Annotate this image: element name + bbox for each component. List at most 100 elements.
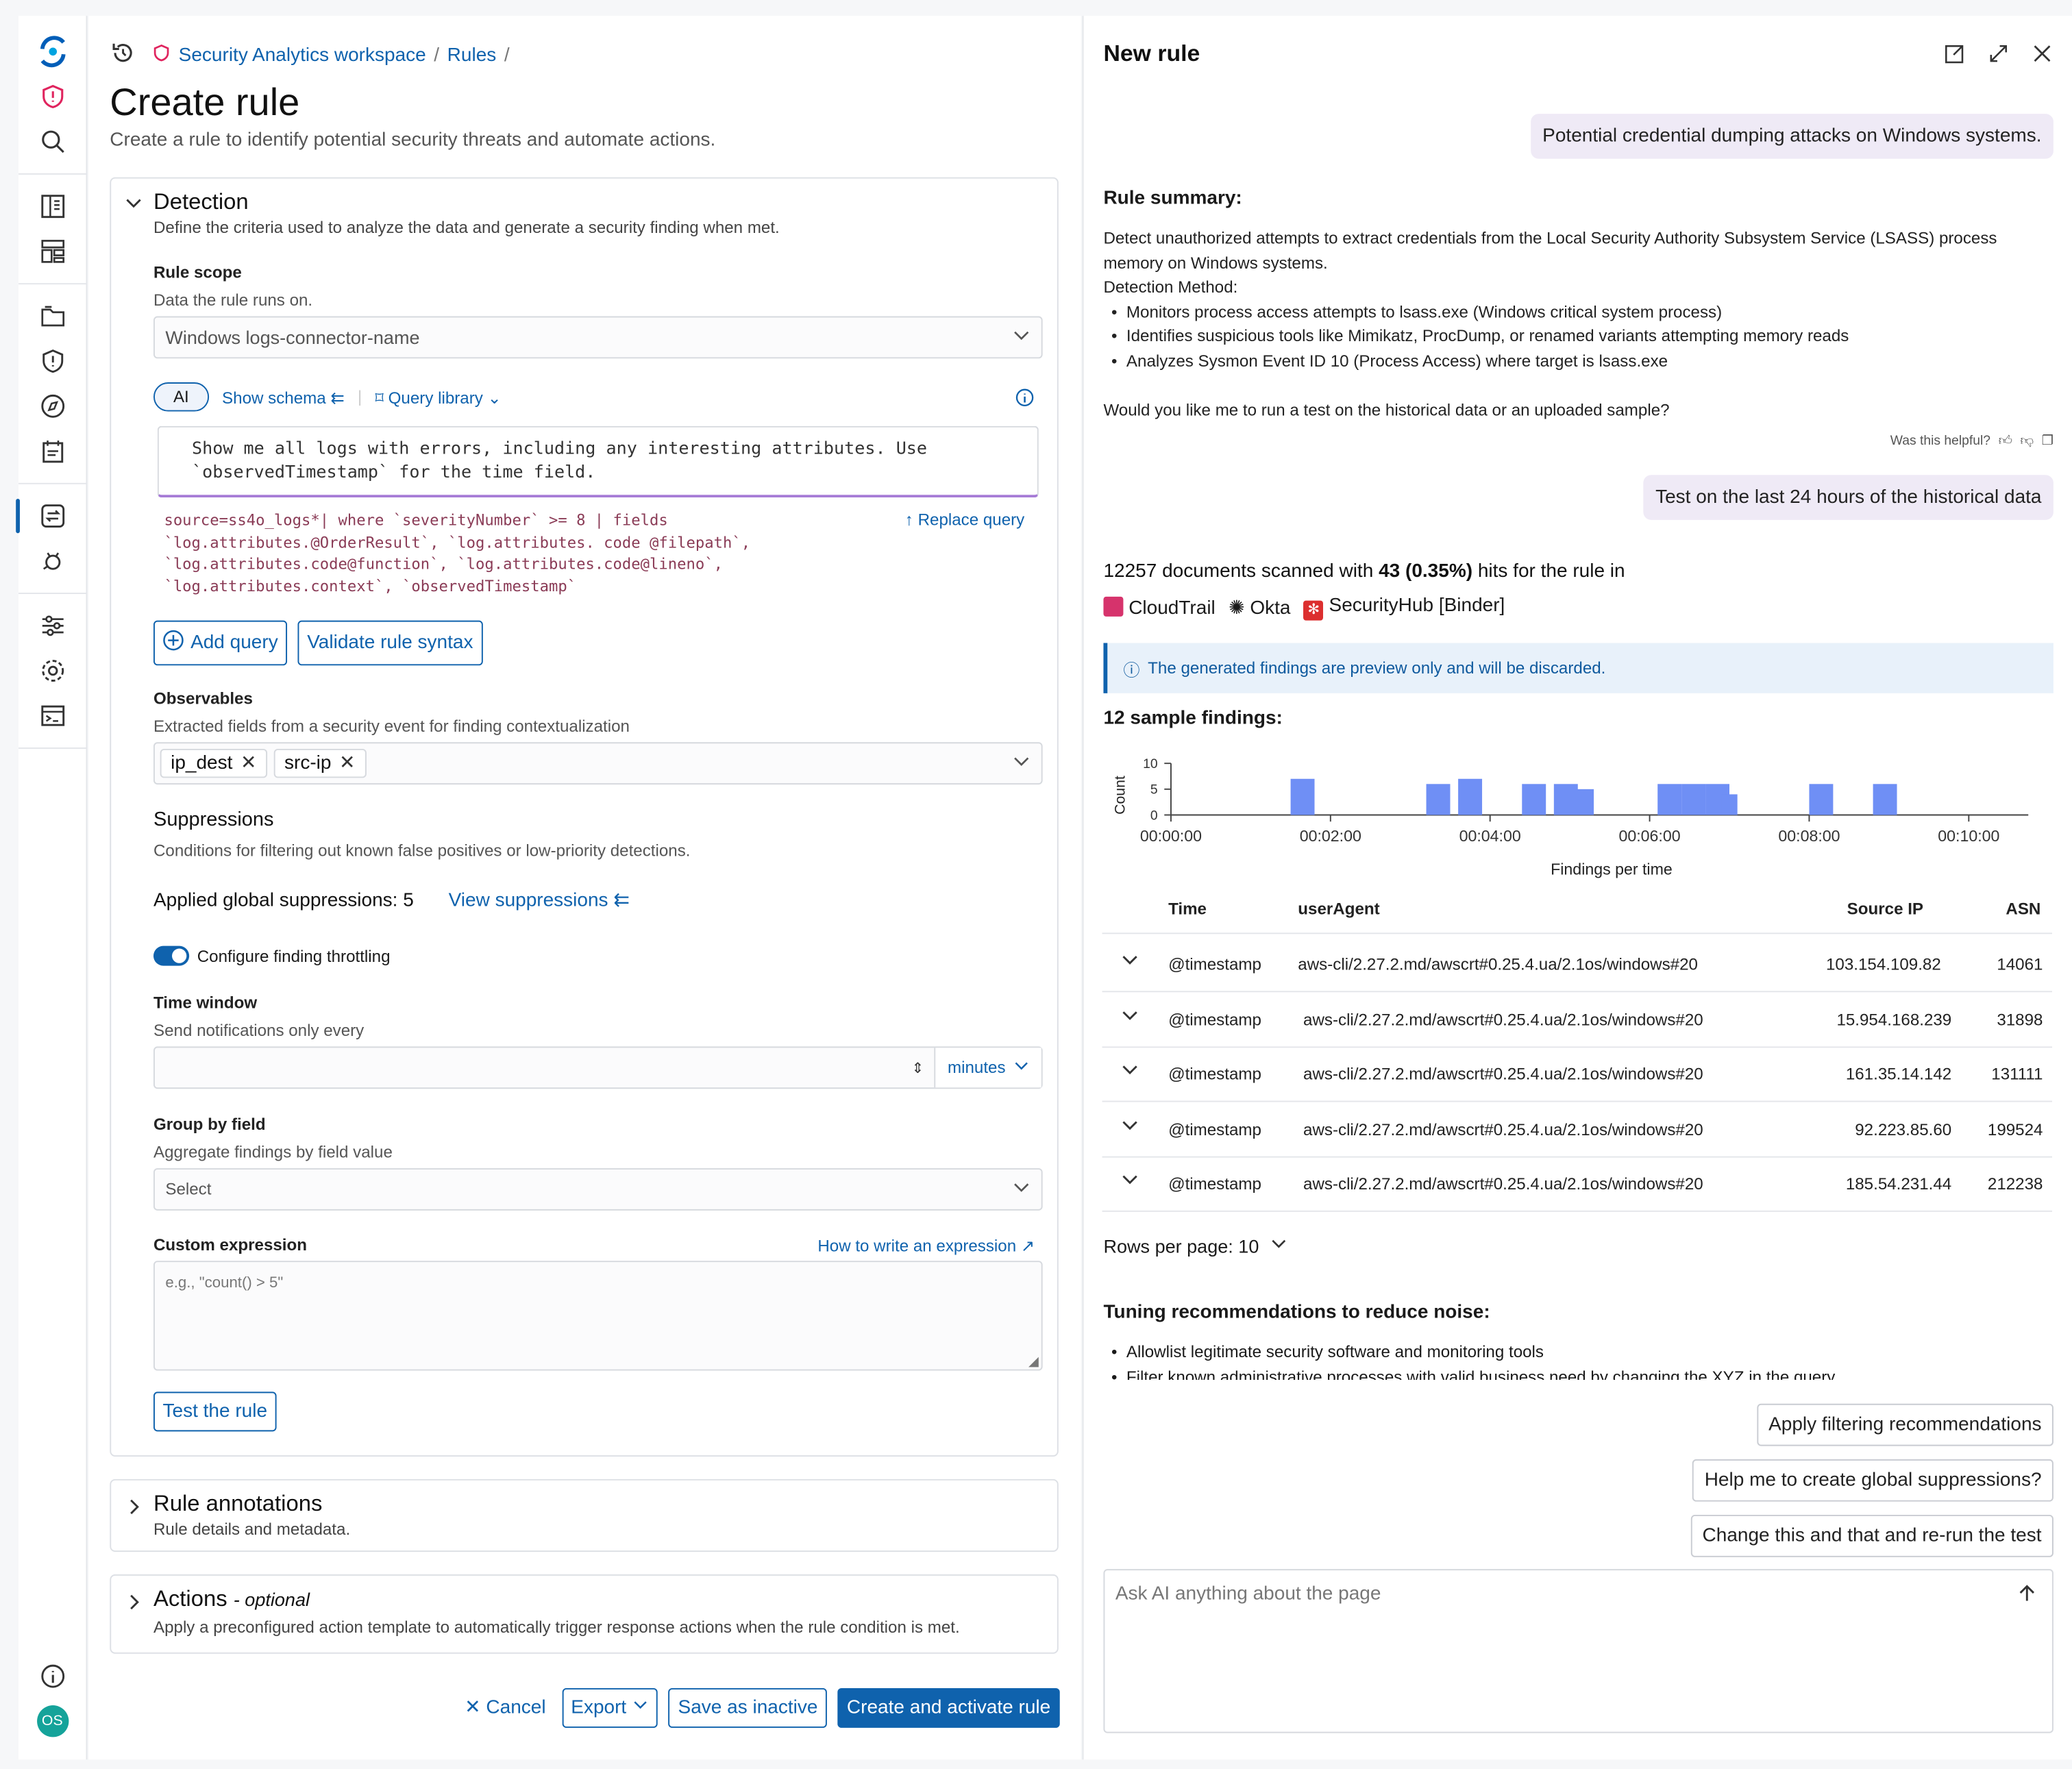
col-source-ip[interactable]: Source IP [1847, 900, 1923, 918]
alert-shield-icon[interactable] [32, 341, 72, 381]
cancel-button[interactable]: ✕ Cancel [459, 1690, 551, 1727]
col-asn[interactable]: ASN [2006, 900, 2040, 918]
rule-annotations-card[interactable]: Rule annotations Rule details and metada… [110, 1479, 1059, 1552]
folder-icon[interactable] [32, 297, 72, 336]
observable-pill[interactable]: ip_dest ✕ [160, 748, 267, 778]
observables-combobox[interactable]: ip_dest ✕ src-ip ✕ [153, 742, 1043, 785]
test-rule-button[interactable]: Test the rule [153, 1391, 277, 1432]
sliders-icon[interactable] [32, 606, 72, 645]
add-query-button[interactable]: Add query [153, 620, 288, 666]
prompt-line: `observedTimestamp` for the time field. [191, 462, 596, 483]
chevron-down-icon[interactable] [125, 195, 143, 220]
suggestion-apply-filtering-button[interactable]: Apply filtering recommendations [1756, 1403, 2054, 1446]
chevron-down-icon[interactable] [1121, 1061, 1139, 1084]
edit-icon[interactable] [1944, 42, 1966, 71]
view-suppressions-link[interactable]: View suppressions ⇇ [449, 891, 630, 912]
query-line: `log.attributes.context`, `observedTimes… [164, 576, 577, 595]
x-tick-label: 00:06:00 [1619, 827, 1681, 845]
col-useragent[interactable]: userAgent [1298, 900, 1379, 918]
close-icon[interactable]: ✕ [241, 753, 256, 774]
breadcrumb: Security Analytics workspace / Rules / [110, 40, 510, 71]
chevron-down-icon [1012, 326, 1031, 349]
save-inactive-button[interactable]: Save as inactive [669, 1687, 827, 1728]
cell-source-ip: 92.223.85.60 [1855, 1119, 1952, 1139]
avatar[interactable]: OS [32, 1701, 72, 1741]
console-icon[interactable] [32, 696, 72, 736]
show-schema-link[interactable]: Show schema ⇇ [222, 387, 345, 407]
search-icon[interactable] [32, 122, 72, 162]
validate-rule-syntax-button[interactable]: Validate rule syntax [297, 620, 483, 666]
close-icon[interactable]: ✕ [339, 753, 355, 774]
security-shield-icon[interactable] [32, 77, 72, 116]
stepper-icon[interactable]: ⇕ [901, 1059, 935, 1076]
ai-tab[interactable]: AI [153, 382, 209, 412]
rows-per-page[interactable]: Rows per page: 10 [1103, 1236, 1287, 1257]
chevron-down-icon[interactable] [1121, 1116, 1139, 1139]
expand-icon[interactable] [1987, 42, 2010, 71]
gear-icon[interactable] [32, 651, 72, 691]
cell-source-ip: 103.154.109.82 [1825, 955, 1941, 974]
time-unit-select[interactable]: minutes [934, 1048, 1041, 1088]
chart-bar [1721, 794, 1738, 815]
breadcrumb-rules[interactable]: Rules [447, 45, 497, 66]
query-library-link[interactable]: ⌑ Query library ⌄ [375, 387, 502, 407]
ask-ai-input[interactable]: Ask AI anything about the page [1103, 1569, 2054, 1733]
query-library-label: Query library [388, 388, 483, 407]
table-row[interactable]: @timestamp aws-cli/2.27.2.md/awscrt#0.25.… [1102, 1102, 2052, 1157]
group-by-select[interactable]: Select [153, 1168, 1043, 1211]
rule-scope-label: Rule scope [153, 263, 242, 282]
expression-help-link[interactable]: How to write an expression ↗ [817, 1236, 1035, 1255]
throttling-toggle[interactable] [153, 945, 190, 966]
observable-pill[interactable]: src-ip ✕ [273, 748, 366, 778]
copy-icon[interactable]: ❐ [2042, 433, 2054, 447]
table-row[interactable]: @timestamp aws-cli/2.27.2.md/awscrt#0.25.… [1102, 991, 2052, 1048]
generated-query[interactable]: source=ss4o_logs*| where `severityNumber… [164, 509, 750, 596]
ai-prompt-input[interactable]: Show me all logs with errors, including … [157, 425, 1039, 498]
chevron-down-icon[interactable] [1121, 951, 1139, 974]
bullet-item: • Identifies suspicious tools like Mimik… [1111, 327, 1849, 346]
thumbs-down-icon[interactable]: 👎︎ [2020, 432, 2034, 448]
close-icon[interactable] [2031, 42, 2054, 71]
cell-source-ip: 161.35.14.142 [1845, 1065, 1952, 1084]
export-button[interactable]: Export [561, 1687, 658, 1728]
rules-exchange-icon[interactable] [15, 496, 72, 536]
compass-icon[interactable] [32, 386, 72, 426]
bug-icon[interactable] [32, 541, 72, 581]
info-icon[interactable] [1015, 388, 1035, 415]
actions-card[interactable]: Actions - optional Apply a preconfigured… [110, 1574, 1059, 1654]
send-arrow-icon[interactable] [2018, 1583, 2036, 1607]
rule-scope-select[interactable]: Windows logs-connector-name [153, 316, 1043, 359]
time-window-input[interactable] [155, 1048, 901, 1087]
calendar-icon[interactable] [32, 432, 72, 471]
chevron-right-icon[interactable] [125, 1593, 143, 1618]
chevron-down-icon[interactable] [1121, 1171, 1139, 1193]
suggestion-rerun-test-button[interactable]: Change this and that and re-run the test [1690, 1514, 2054, 1557]
chevron-down-icon: ⌄ [487, 388, 502, 407]
table-row[interactable]: @timestamp aws-cli/2.27.2.md/awscrt#0.25.… [1102, 937, 2052, 993]
prompt-line: Show me all logs with errors, including … [191, 439, 928, 460]
query-line: source=ss4o_logs*| where `severityNumber… [164, 510, 668, 530]
chevron-down-icon[interactable] [1121, 1006, 1139, 1029]
table-row[interactable]: @timestamp aws-cli/2.27.2.md/awscrt#0.25.… [1102, 1046, 2052, 1102]
chevron-down-icon [633, 1697, 649, 1718]
chevron-right-icon[interactable] [125, 1498, 143, 1523]
logo-icon[interactable] [32, 32, 72, 71]
cell-time: @timestamp [1168, 1065, 1261, 1084]
page-title: Create rule [110, 82, 300, 125]
table-row[interactable]: @timestamp aws-cli/2.27.2.md/awscrt#0.25.… [1102, 1156, 2052, 1212]
breadcrumb-workspace[interactable]: Security Analytics workspace [179, 45, 426, 66]
suggestion-global-suppressions-button[interactable]: Help me to create global suppressions? [1692, 1459, 2054, 1502]
custom-expression-textarea[interactable]: e.g., "count() > 5" ◢ [153, 1261, 1043, 1371]
history-icon[interactable] [110, 40, 136, 71]
info-icon[interactable] [32, 1657, 72, 1696]
thumbs-up-icon[interactable]: 👍︎ [1999, 432, 2012, 448]
resize-handle-icon[interactable]: ◢ [1028, 1354, 1039, 1369]
col-time[interactable]: Time [1168, 900, 1207, 918]
replace-query-link[interactable]: ↑ Replace query [905, 510, 1024, 529]
nav-divider [18, 482, 87, 484]
notebook-icon[interactable] [32, 186, 72, 226]
detection-desc: Define the criteria used to analyze the … [153, 218, 780, 237]
create-activate-button[interactable]: Create and activate rule [837, 1687, 1060, 1728]
dashboard-icon[interactable] [32, 232, 72, 271]
scan-text: 12257 documents scanned with [1103, 560, 1374, 582]
